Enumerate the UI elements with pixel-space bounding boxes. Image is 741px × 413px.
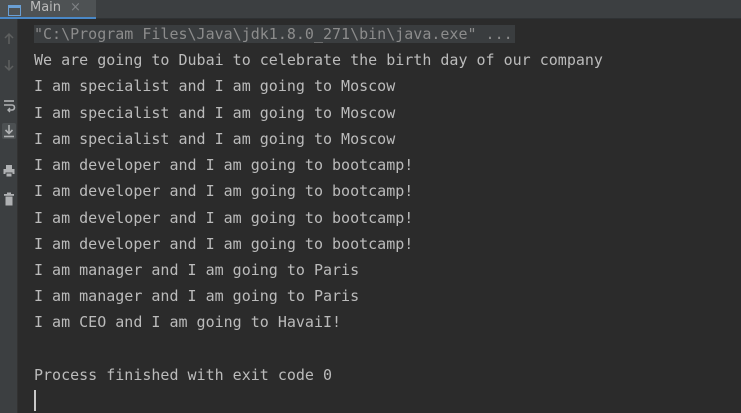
print-icon[interactable] bbox=[2, 163, 16, 179]
tool-window-tab-bar: Main × bbox=[0, 0, 741, 19]
console-line: I am manager and I am going to Paris bbox=[34, 261, 360, 279]
text-caret bbox=[34, 390, 36, 411]
command-text: "C:\Program Files\Java\jdk1.8.0_271\bin\… bbox=[34, 25, 515, 43]
tab-main[interactable]: Main × bbox=[0, 0, 96, 19]
console-line: I am manager and I am going to Paris bbox=[34, 287, 360, 305]
close-icon[interactable]: × bbox=[70, 0, 81, 15]
console-window-icon bbox=[8, 1, 21, 16]
trash-icon[interactable] bbox=[2, 191, 16, 207]
console-line: I am developer and I am going to bootcam… bbox=[34, 156, 414, 174]
console-line: I am specialist and I am going to Moscow bbox=[34, 130, 396, 148]
console-toolbar bbox=[0, 19, 18, 413]
down-arrow-icon[interactable] bbox=[2, 57, 16, 73]
console-line: I am developer and I am going to bootcam… bbox=[34, 235, 414, 253]
up-arrow-icon[interactable] bbox=[2, 31, 16, 47]
console-command-line: "C:\Program Files\Java\jdk1.8.0_271\bin\… bbox=[34, 25, 515, 43]
console-line: I am CEO and I am going to HavaiI! bbox=[34, 313, 342, 331]
process-exit-message: Process finished with exit code 0 bbox=[34, 366, 333, 384]
console-line: I am developer and I am going to bootcam… bbox=[34, 209, 414, 227]
tab-label: Main bbox=[30, 0, 62, 15]
console-line: I am specialist and I am going to Moscow bbox=[34, 104, 396, 122]
console-line: We are going to Dubai to celebrate the b… bbox=[34, 51, 603, 69]
console-output[interactable]: "C:\Program Files\Java\jdk1.8.0_271\bin\… bbox=[19, 19, 741, 413]
scroll-to-end-icon[interactable] bbox=[2, 123, 16, 139]
soft-wrap-icon[interactable] bbox=[2, 97, 16, 113]
console-line: I am developer and I am going to bootcam… bbox=[34, 182, 414, 200]
console-line: I am specialist and I am going to Moscow bbox=[34, 77, 396, 95]
